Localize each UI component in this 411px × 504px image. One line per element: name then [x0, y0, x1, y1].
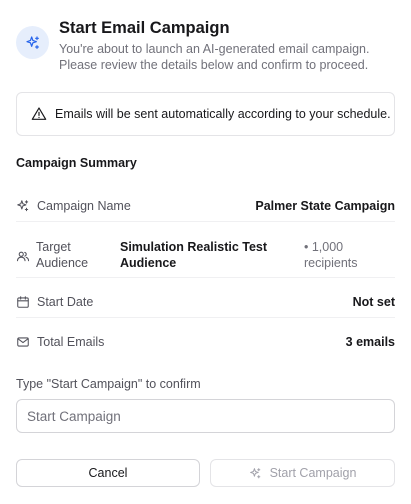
target-audience-value: Simulation Realistic Test Audience — [120, 240, 268, 270]
campaign-name-label: Campaign Name — [37, 199, 131, 213]
total-emails-row: Total Emails 3 emails — [16, 318, 395, 358]
dialog-header: Start Email Campaign You're about to lau… — [16, 14, 396, 76]
campaign-name-row: Campaign Name Palmer State Campaign — [16, 186, 395, 222]
start-date-row: Start Date Not set — [16, 278, 395, 318]
summary-title: Campaign Summary — [16, 156, 137, 170]
confirm-label: Type "Start Campaign" to confirm — [16, 377, 201, 391]
cancel-button[interactable]: Cancel — [16, 459, 200, 487]
cancel-button-label: Cancel — [88, 466, 128, 480]
sparkles-icon — [16, 199, 30, 213]
start-campaign-button[interactable]: Start Campaign — [210, 459, 395, 487]
campaign-name-value: Palmer State Campaign — [255, 199, 395, 213]
confirm-input[interactable] — [16, 399, 395, 433]
warning-triangle-icon — [31, 106, 47, 122]
total-emails-value: 3 emails — [345, 335, 395, 349]
start-date-value: Not set — [352, 295, 395, 309]
start-date-label: Start Date — [37, 295, 94, 309]
schedule-alert: Emails will be sent automatically accord… — [16, 92, 395, 136]
sparkles-icon — [16, 26, 49, 59]
users-icon — [16, 249, 30, 263]
dialog-description: You're about to launch an AI-generated e… — [59, 42, 370, 72]
alert-text: Emails will be sent automatically accord… — [55, 107, 391, 121]
total-emails-label: Total Emails — [37, 335, 105, 349]
start-campaign-button-label: Start Campaign — [269, 466, 357, 480]
sparkles-icon — [249, 467, 262, 480]
dialog-title: Start Email Campaign — [59, 19, 230, 37]
calendar-icon — [16, 295, 30, 309]
target-audience-label: Target Audience — [36, 240, 89, 270]
target-audience-row: Target Audience Simulation Realistic Tes… — [16, 222, 395, 278]
recipient-count: • 1,000 recipients — [304, 240, 358, 270]
mail-icon — [16, 335, 30, 349]
